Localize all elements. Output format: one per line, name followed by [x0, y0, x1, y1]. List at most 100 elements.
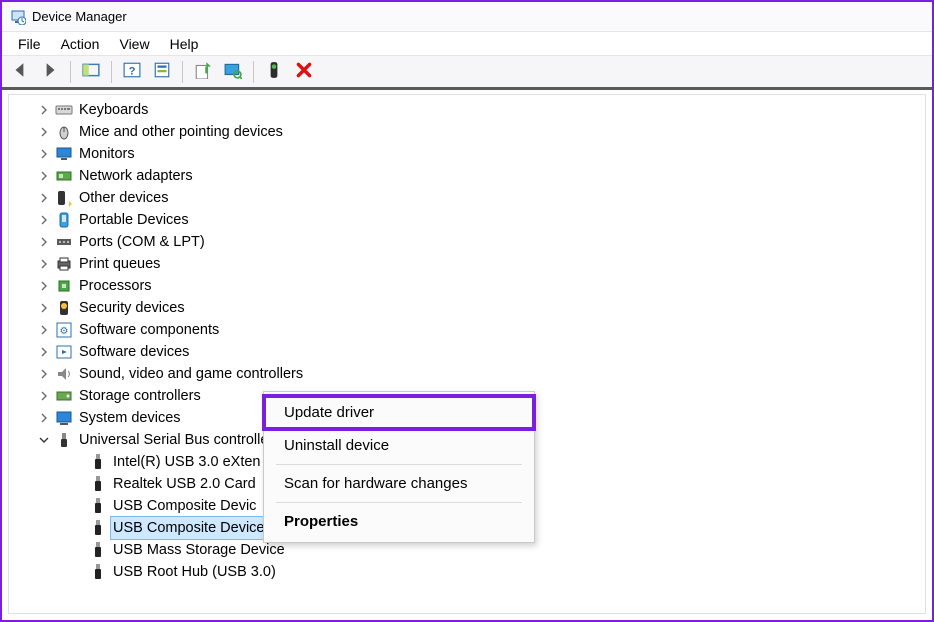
- chevron-right-icon[interactable]: [37, 213, 51, 227]
- monitor-icon: [55, 145, 73, 163]
- toolbar-separator: [182, 61, 183, 83]
- tree-category[interactable]: Monitors: [15, 143, 925, 165]
- chevron-down-icon[interactable]: [37, 433, 51, 447]
- chevron-right-icon[interactable]: [37, 191, 51, 205]
- tree-device-label: USB Mass Storage Device: [113, 539, 285, 561]
- help-icon: [123, 61, 141, 82]
- spacer: [71, 543, 85, 557]
- tree-category[interactable]: Processors: [15, 275, 925, 297]
- tree-category-label: Software devices: [79, 341, 189, 363]
- sound-icon: [55, 365, 73, 383]
- context-menu-uninstall[interactable]: Uninstall device: [264, 429, 534, 462]
- device-tree-panel: KeyboardsMice and other pointing devices…: [8, 94, 926, 614]
- menu-bar: File Action View Help: [2, 32, 932, 56]
- usb-plug-icon: [89, 475, 107, 493]
- portable-icon: [55, 211, 73, 229]
- context-menu-separator: [276, 464, 522, 465]
- menu-file[interactable]: File: [8, 34, 51, 54]
- chevron-right-icon[interactable]: [37, 169, 51, 183]
- tree-category-label: System devices: [79, 407, 181, 429]
- chevron-right-icon[interactable]: [37, 345, 51, 359]
- tree-category-label: Mice and other pointing devices: [79, 121, 283, 143]
- tree-category[interactable]: Software components: [15, 319, 925, 341]
- tree-category[interactable]: Network adapters: [15, 165, 925, 187]
- menu-action[interactable]: Action: [51, 34, 110, 54]
- x-icon: [295, 61, 313, 82]
- context-menu-scan[interactable]: Scan for hardware changes: [264, 467, 534, 500]
- tree-device-label: USB Composite Device: [110, 516, 268, 540]
- enable-icon: [265, 61, 283, 82]
- spacer: [71, 477, 85, 491]
- tree-category-label: Print queues: [79, 253, 160, 275]
- chevron-right-icon[interactable]: [37, 147, 51, 161]
- usb-plug-icon: [89, 497, 107, 515]
- arrow-left-icon: [11, 61, 29, 82]
- mouse-icon: [55, 123, 73, 141]
- context-menu-props[interactable]: Properties: [264, 505, 534, 538]
- keyboard-icon: [55, 101, 73, 119]
- tree-category-label: Sound, video and game controllers: [79, 363, 303, 385]
- tree-category[interactable]: Ports (COM & LPT): [15, 231, 925, 253]
- spacer: [71, 565, 85, 579]
- tree-device-label: Realtek USB 2.0 Card: [113, 473, 256, 495]
- tree-category-label: Portable Devices: [79, 209, 189, 231]
- menu-view[interactable]: View: [109, 34, 159, 54]
- monitor-scan-icon: [224, 61, 242, 82]
- tree-device-label: USB Composite Devic: [113, 495, 256, 517]
- usb-plug-icon: [89, 519, 107, 537]
- props-icon: [153, 61, 171, 82]
- tree-category-label: Storage controllers: [79, 385, 201, 407]
- tree-category[interactable]: Sound, video and game controllers: [15, 363, 925, 385]
- update-icon: [194, 61, 212, 82]
- storage-icon: [55, 387, 73, 405]
- tree-category[interactable]: Mice and other pointing devices: [15, 121, 925, 143]
- properties-button[interactable]: [148, 58, 176, 86]
- tree-category-label: Universal Serial Bus controllers: [79, 429, 280, 451]
- spacer: [71, 521, 85, 535]
- back-button: [6, 58, 34, 86]
- context-menu: Update driverUninstall device Scan for ha…: [263, 391, 535, 543]
- context-menu-update[interactable]: Update driver: [264, 396, 534, 429]
- chevron-right-icon[interactable]: [37, 389, 51, 403]
- chevron-right-icon[interactable]: [37, 279, 51, 293]
- security-icon: [55, 299, 73, 317]
- usb-plug-icon: [89, 563, 107, 581]
- chevron-right-icon[interactable]: [37, 367, 51, 381]
- tree-device[interactable]: USB Root Hub (USB 3.0): [15, 561, 925, 583]
- tree-category[interactable]: Software devices: [15, 341, 925, 363]
- title-bar: Device Manager: [2, 2, 932, 32]
- update-driver-toolbar-button[interactable]: [189, 58, 217, 86]
- tree-category[interactable]: Other devices: [15, 187, 925, 209]
- chevron-right-icon[interactable]: [37, 235, 51, 249]
- tree-category-label: Ports (COM & LPT): [79, 231, 205, 253]
- tree-category[interactable]: Security devices: [15, 297, 925, 319]
- chevron-right-icon[interactable]: [37, 125, 51, 139]
- window-title: Device Manager: [32, 9, 127, 24]
- spacer: [71, 499, 85, 513]
- toolbar-separator: [253, 61, 254, 83]
- arrow-right-icon: [41, 61, 59, 82]
- tree-category-label: Monitors: [79, 143, 135, 165]
- tree-category[interactable]: Keyboards: [15, 99, 925, 121]
- toolbar-separator: [70, 61, 71, 83]
- usb-icon: [55, 431, 73, 449]
- chevron-right-icon[interactable]: [37, 323, 51, 337]
- help-button[interactable]: [118, 58, 146, 86]
- chevron-right-icon[interactable]: [37, 257, 51, 271]
- tree-category[interactable]: Portable Devices: [15, 209, 925, 231]
- forward-button: [36, 58, 64, 86]
- spacer: [71, 455, 85, 469]
- tree-category[interactable]: Print queues: [15, 253, 925, 275]
- enable-button[interactable]: [260, 58, 288, 86]
- chevron-right-icon[interactable]: [37, 103, 51, 117]
- uninstall-toolbar-button[interactable]: [290, 58, 318, 86]
- menu-help[interactable]: Help: [160, 34, 209, 54]
- port-icon: [55, 233, 73, 251]
- other-icon: [55, 189, 73, 207]
- printer-icon: [55, 255, 73, 273]
- show-hide-button[interactable]: [77, 58, 105, 86]
- chevron-right-icon[interactable]: [37, 301, 51, 315]
- scan-button[interactable]: [219, 58, 247, 86]
- chevron-right-icon[interactable]: [37, 411, 51, 425]
- tree-category-label: Other devices: [79, 187, 168, 209]
